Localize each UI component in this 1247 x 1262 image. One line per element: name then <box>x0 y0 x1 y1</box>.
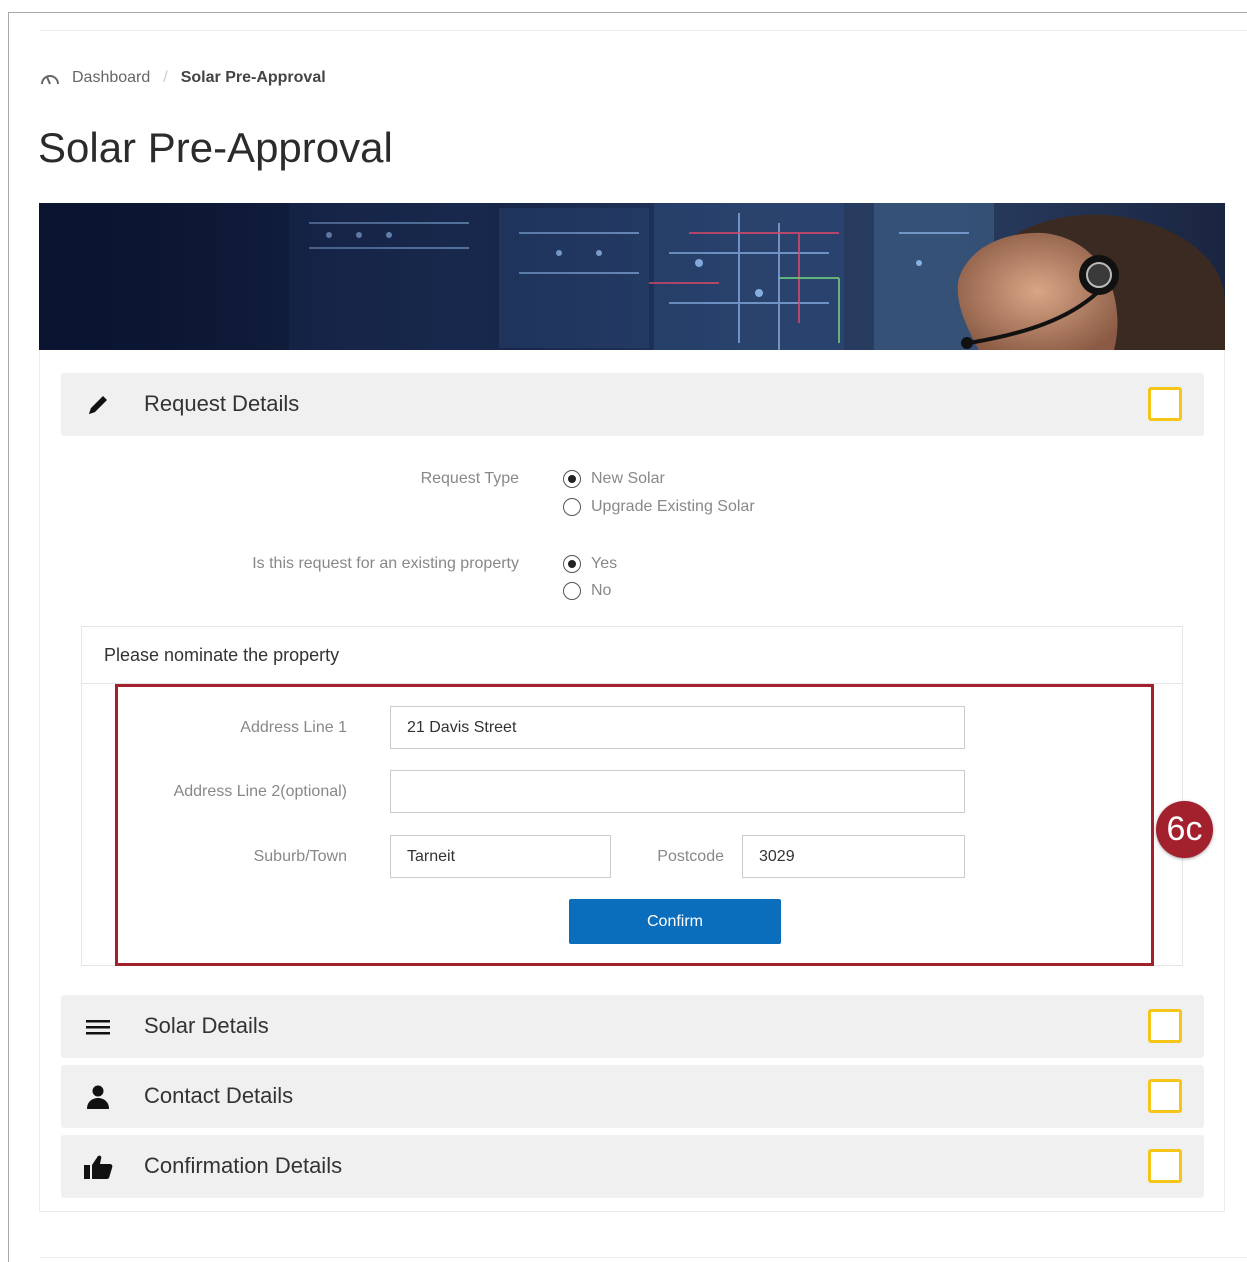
control-room-illustration <box>39 203 1225 350</box>
section-status-checkbox <box>1148 1149 1182 1183</box>
section-status-checkbox <box>1148 1009 1182 1043</box>
postcode-input[interactable] <box>742 835 965 878</box>
section-title: Contact Details <box>144 1083 294 1108</box>
address-line2-label: Address Line 2(optional) <box>173 783 347 800</box>
nominate-property-title: Please nominate the property <box>104 645 340 665</box>
radio-button[interactable] <box>563 582 581 600</box>
suburb-input[interactable] <box>390 835 611 878</box>
menu-lines-icon <box>86 1020 110 1035</box>
section-title: Confirmation Details <box>144 1153 343 1178</box>
banner-image <box>39 203 1225 350</box>
section-contact-details[interactable]: Contact Details <box>61 1065 1204 1128</box>
breadcrumb-dashboard-link[interactable]: Dashboard <box>72 69 150 87</box>
thumbs-up-icon <box>84 1155 113 1179</box>
radio-label: Yes <box>591 555 618 572</box>
breadcrumb-separator: / <box>163 69 168 86</box>
bottom-divider <box>40 1257 1247 1258</box>
suburb-label: Suburb/Town <box>253 848 347 865</box>
window-border-left <box>8 12 9 1262</box>
confirm-button[interactable]: Confirm <box>569 899 781 944</box>
top-divider <box>40 30 1247 31</box>
postcode-label: Postcode <box>657 848 724 865</box>
radio-label: No <box>591 582 612 599</box>
section-status-checkbox <box>1148 387 1182 421</box>
pencil-icon <box>89 396 107 414</box>
breadcrumb-current: Solar Pre-Approval <box>180 69 326 86</box>
breadcrumb: Dashboard / Solar Pre-Approval <box>40 68 326 88</box>
address-line1-input[interactable] <box>390 706 965 749</box>
radio-button-checked[interactable] <box>563 470 581 488</box>
section-request-details[interactable]: Request Details <box>61 373 1204 436</box>
section-confirmation-details[interactable]: Confirmation Details <box>61 1135 1204 1198</box>
step-annotation-badge: 6c <box>1156 801 1213 858</box>
section-title: Request Details <box>144 391 300 416</box>
existing-property-label: Is this request for an existing property <box>252 555 519 572</box>
dashboard-gauge-icon <box>41 75 59 85</box>
radio-no[interactable]: No <box>563 582 611 600</box>
radio-label: New Solar <box>591 470 665 487</box>
section-solar-details[interactable]: Solar Details <box>61 995 1204 1058</box>
window-border-top <box>8 12 1247 13</box>
radio-button-checked[interactable] <box>563 555 581 573</box>
radio-yes[interactable]: Yes <box>563 555 617 573</box>
person-icon <box>87 1085 109 1109</box>
radio-upgrade-existing-solar[interactable]: Upgrade Existing Solar <box>563 498 755 516</box>
request-type-label: Request Type <box>420 470 519 487</box>
section-status-checkbox <box>1148 1079 1182 1113</box>
radio-label: Upgrade Existing Solar <box>591 498 755 515</box>
address-line1-label: Address Line 1 <box>240 719 347 736</box>
page-title: Solar Pre-Approval <box>38 124 393 171</box>
radio-new-solar[interactable]: New Solar <box>563 470 665 488</box>
section-title: Solar Details <box>144 1013 269 1038</box>
radio-button[interactable] <box>563 498 581 516</box>
address-line2-input[interactable] <box>390 770 965 813</box>
